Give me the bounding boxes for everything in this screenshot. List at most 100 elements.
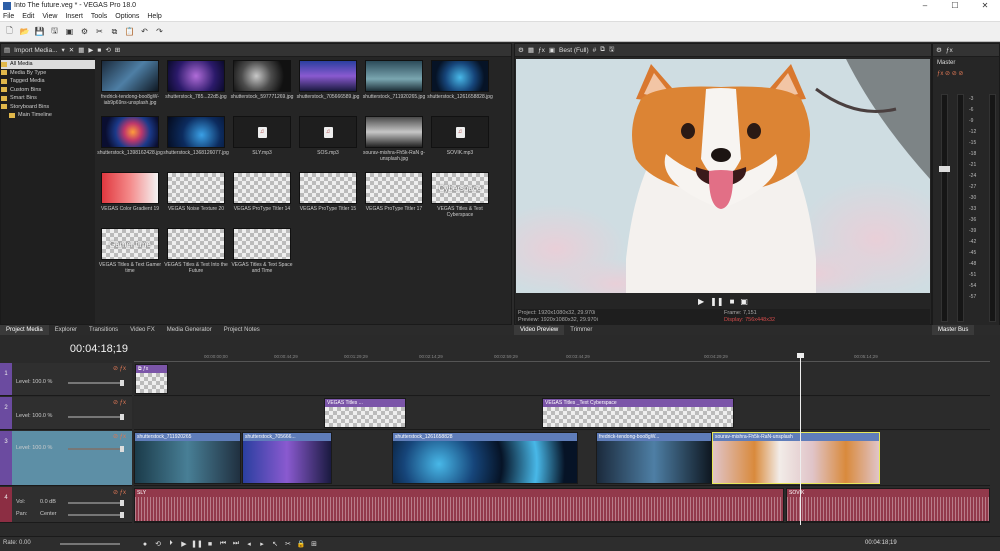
tab-media-generator[interactable]: Media Generator [161, 325, 218, 335]
menu-view[interactable]: View [42, 13, 57, 20]
snap-icon[interactable]: ⊞ [309, 539, 319, 549]
track-fx-icon[interactable]: ⊘ ƒx [113, 433, 126, 440]
tree-item-media-by-type[interactable]: Media By Type [1, 69, 95, 78]
play-from-start-icon[interactable]: ⏵ [166, 539, 176, 549]
title-clip[interactable]: VEGAS Titles ... [324, 398, 406, 428]
go-to-end-icon[interactable]: ⏭ [231, 539, 241, 549]
media-item[interactable]: Gamer time VEGAS Titles & Text Gamer time [97, 228, 163, 280]
play-icon[interactable]: ▶ [88, 46, 93, 54]
video-clip[interactable]: shutterstock_711920265 [134, 432, 241, 484]
cut-icon[interactable]: ✂ [283, 539, 293, 549]
import-media-button[interactable]: Import Media... [14, 47, 57, 54]
save-snapshot-icon[interactable]: 🖫 [609, 45, 615, 56]
media-item[interactable]: ♫ SOS.mp3 [295, 116, 361, 168]
playhead[interactable] [800, 355, 801, 525]
go-to-start-icon[interactable]: ⏮ [218, 539, 228, 549]
save-icon[interactable]: 💾 [34, 26, 45, 37]
track-fx-icon[interactable]: ⊘ ƒx [113, 399, 126, 406]
level-slider[interactable] [68, 414, 124, 420]
media-item[interactable]: sourav-mishra-Fh5k-RaN g-unsplash.jpg [361, 116, 427, 168]
media-item[interactable]: VEGAS Color Gradient 19 [97, 172, 163, 224]
capture-icon[interactable]: ▾ [62, 46, 65, 54]
tab-transitions[interactable]: Transitions [83, 325, 124, 335]
media-item[interactable]: shutterstock_1368126077.jpg [163, 116, 229, 168]
record-icon[interactable]: ● [140, 539, 150, 549]
menu-help[interactable]: Help [147, 13, 161, 20]
save-as-icon[interactable]: 🖫 [49, 26, 60, 37]
maximize-button[interactable]: ☐ [940, 0, 970, 11]
media-item[interactable]: shutterstock_785...22d5.jpg [163, 60, 229, 112]
play-icon[interactable]: ▶ [698, 297, 704, 306]
master-fx-icon[interactable]: ƒx ⊘ ⊘ ⊘ [937, 70, 963, 77]
fader-handle[interactable] [939, 166, 950, 172]
media-item[interactable]: VEGAS ProType Titler 14 [229, 172, 295, 224]
loop-icon[interactable]: ⟲ [153, 539, 163, 549]
overlays-icon[interactable]: # [593, 47, 597, 54]
tab-video-preview[interactable]: Video Preview [514, 325, 565, 335]
media-properties-icon[interactable]: ▦ [78, 46, 84, 54]
menu-file[interactable]: File [3, 13, 14, 20]
tab-trimmer[interactable]: Trimmer [564, 325, 598, 335]
level-slider[interactable] [68, 446, 124, 452]
next-frame-icon[interactable]: ▸ [257, 539, 267, 549]
tree-item-main-timeline[interactable]: Main Timeline [1, 111, 95, 120]
track-lane-1[interactable]: ⧉ ƒx [134, 363, 990, 396]
tree-item-storyboard-bins[interactable]: Storyboard Bins [1, 103, 95, 112]
rate-slider[interactable] [60, 543, 120, 545]
tab-video-fx[interactable]: Video FX [124, 325, 161, 335]
tab-master-bus[interactable]: Master Bus [932, 325, 975, 335]
fx-icon[interactable]: ƒx [946, 47, 953, 54]
media-item[interactable]: VEGAS Titles & Text Into the Future [163, 228, 229, 280]
import-media-icon[interactable]: ▤ [4, 46, 10, 54]
copy-icon[interactable]: ⧉ [109, 26, 120, 37]
master-fader[interactable] [941, 94, 948, 322]
tree-item-all-media[interactable]: All Media [1, 60, 95, 69]
track-lane-3[interactable]: shutterstock_711920265 shutterstock_7056… [134, 431, 990, 486]
play-icon[interactable]: ▶ [179, 539, 189, 549]
title-clip[interactable]: ⧉ ƒx [135, 364, 168, 394]
paste-icon[interactable]: 📋 [124, 26, 135, 37]
volume-slider[interactable] [68, 500, 124, 506]
split-screen-icon[interactable]: ▦ [528, 46, 534, 54]
preview-settings-icon[interactable]: ⚙ [518, 46, 524, 54]
preview-quality-icon[interactable]: ▣ [549, 46, 555, 54]
undo-icon[interactable]: ↶ [139, 26, 150, 37]
media-item[interactable]: shutterstock_711920265.jpg [361, 60, 427, 112]
views-icon[interactable]: ⊞ [115, 46, 120, 54]
media-item[interactable]: VEGAS ProType Titler 15 [295, 172, 361, 224]
open-icon[interactable]: 📂 [19, 26, 30, 37]
pan-slider[interactable] [68, 512, 124, 518]
tab-project-notes[interactable]: Project Notes [218, 325, 266, 335]
minimize-button[interactable]: – [910, 0, 940, 11]
render-icon[interactable]: ▣ [64, 26, 75, 37]
remove-media-icon[interactable]: ✕ [69, 46, 74, 54]
loop-icon[interactable]: ▣ [740, 297, 748, 306]
track-fx-icon[interactable]: ⊘ ƒx [113, 365, 126, 372]
media-item[interactable]: ♫ SOVIK.mp3 [427, 116, 493, 168]
close-button[interactable]: ✕ [970, 0, 1000, 11]
audio-clip[interactable]: SLY [134, 488, 784, 522]
tree-item-smart-bins[interactable]: Smart Bins [1, 94, 95, 103]
media-item[interactable]: shutterstock_1261658828.jpg [427, 60, 493, 112]
lock-icon[interactable]: 🔒 [296, 539, 306, 549]
pause-icon[interactable]: ❚❚ [191, 539, 203, 549]
stop-icon[interactable]: ■ [730, 297, 735, 306]
track-lane-2[interactable]: VEGAS Titles ... VEGAS Titles _Text Cybe… [134, 397, 990, 430]
properties-icon[interactable]: ⚙ [79, 26, 90, 37]
track-header-1[interactable]: 1 Level: 100.0 % ⊘ ƒx [0, 363, 132, 396]
timeline-ruler[interactable]: 00:00:00;00 00:00:44;29 00:01:29;29 00:0… [134, 354, 990, 362]
video-clip[interactable]: fredrick-tendong-boo8gW... [596, 432, 712, 484]
menu-insert[interactable]: Insert [65, 13, 83, 20]
media-item[interactable]: ♫ SLY.mp3 [229, 116, 295, 168]
media-item[interactable]: VEGAS Titles & Text Space and Time [229, 228, 295, 280]
track-lane-4[interactable]: SLY SOVIK [134, 487, 990, 523]
track-fx-icon[interactable]: ⊘ ƒx [113, 489, 126, 496]
cut-icon[interactable]: ✂ [94, 26, 105, 37]
track-header-2[interactable]: 2 Level: 100.0 % ⊘ ƒx [0, 397, 132, 430]
tree-item-custom-bins[interactable]: Custom Bins [1, 86, 95, 95]
track-header-4[interactable]: 4 Vol: 0.0 dB Pan: Center ⊘ ƒx [0, 487, 132, 523]
media-item[interactable]: fredrick-tendong-boo8gW-iab9p69ns-unspla… [97, 60, 163, 112]
media-item[interactable]: VEGAS ProType Titler 17 [361, 172, 427, 224]
stop-icon[interactable]: ■ [205, 539, 215, 549]
tab-explorer[interactable]: Explorer [49, 325, 83, 335]
